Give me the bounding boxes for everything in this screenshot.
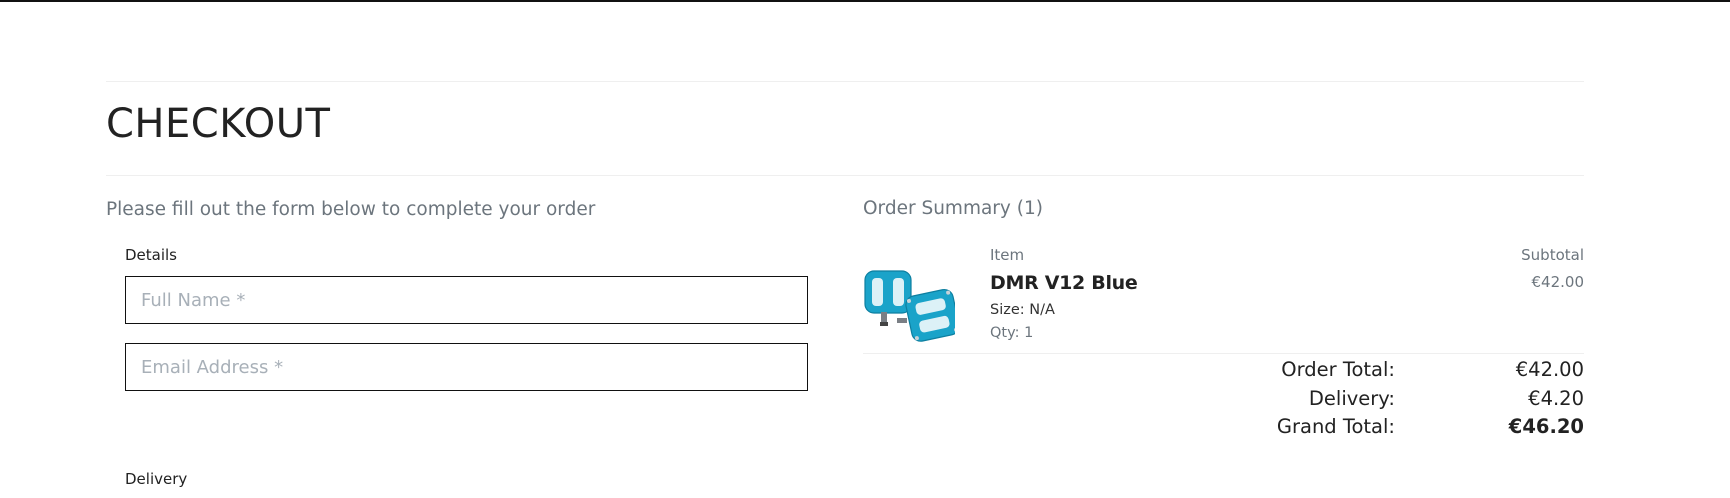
title-top-divider bbox=[106, 81, 1584, 82]
top-border bbox=[0, 0, 1730, 2]
product-image[interactable] bbox=[863, 268, 960, 350]
delivery-value: €4.20 bbox=[1528, 386, 1584, 410]
full-name-input[interactable] bbox=[126, 277, 807, 323]
order-summary-title: Order Summary (1) bbox=[863, 198, 1043, 219]
delivery-label: Delivery: bbox=[1308, 386, 1395, 410]
product-subtotal: €42.00 bbox=[1531, 273, 1585, 291]
totals-labels: Order Total: Delivery: Grand Total: bbox=[1277, 356, 1395, 442]
order-total-value: €42.00 bbox=[1515, 358, 1584, 381]
order-total-label: Order Total: bbox=[1281, 358, 1395, 381]
page-title: CHECKOUT bbox=[106, 101, 331, 147]
details-legend: Details bbox=[125, 246, 178, 264]
email-field-wrapper bbox=[125, 343, 808, 391]
grand-total-value: €46.20 bbox=[1508, 415, 1584, 438]
email-input[interactable] bbox=[126, 344, 807, 390]
title-bottom-divider bbox=[106, 175, 1584, 176]
subtotal-column-header: Subtotal bbox=[1521, 246, 1584, 264]
summary-divider bbox=[863, 353, 1584, 354]
totals-values: €42.00 €4.20 €46.20 bbox=[1509, 356, 1584, 442]
form-intro-text: Please fill out the form below to comple… bbox=[106, 199, 596, 220]
product-name[interactable]: DMR V12 Blue bbox=[990, 272, 1138, 294]
grand-total-label: Grand Total: bbox=[1276, 415, 1395, 438]
full-name-field-wrapper bbox=[125, 276, 808, 324]
product-size: Size: N/A bbox=[990, 302, 1055, 318]
product-quantity: Qty: 1 bbox=[990, 325, 1034, 341]
delivery-legend: Delivery bbox=[125, 470, 188, 488]
item-column-header: Item bbox=[990, 246, 1025, 264]
blue-pedals-image bbox=[864, 270, 960, 342]
